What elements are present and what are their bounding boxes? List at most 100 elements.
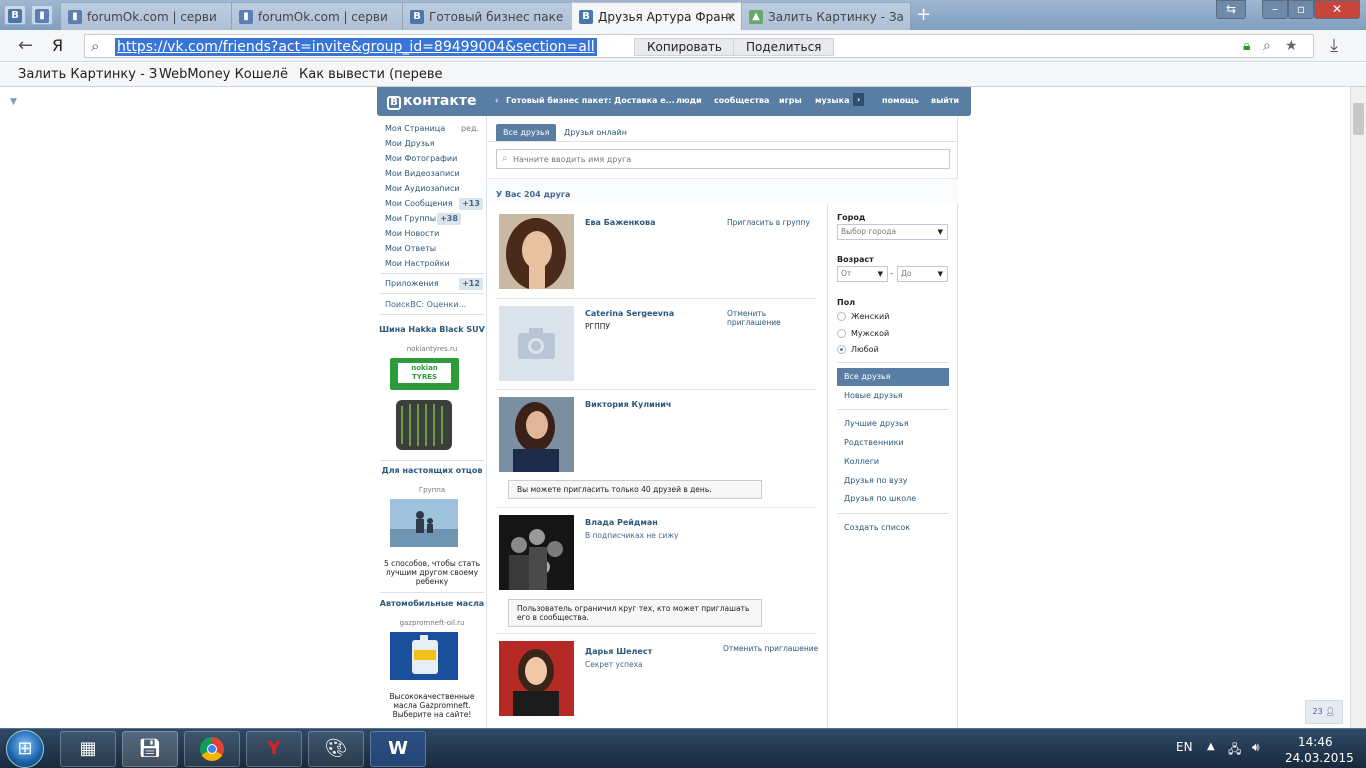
bookmark-3[interactable]: Как вывести (переве bbox=[299, 67, 443, 82]
network-icon[interactable]: 🖧︎ bbox=[1228, 740, 1241, 761]
friend-name[interactable]: Виктория Кулинич bbox=[585, 400, 671, 409]
cancel-invite-link[interactable]: Отменить приглашение bbox=[727, 309, 797, 327]
volume-icon[interactable]: 🔊︎ bbox=[1252, 740, 1260, 755]
browser-tab-1[interactable]: ▮ forumOk.com | серви bbox=[60, 2, 232, 30]
avatar[interactable] bbox=[499, 306, 574, 381]
menu-settings[interactable]: Мои Настройки bbox=[385, 259, 450, 268]
age-to-select[interactable]: До ▼ bbox=[897, 266, 948, 282]
pinned-tab-vk[interactable]: В bbox=[4, 5, 26, 25]
zoom-icon[interactable]: ⌕ bbox=[1263, 38, 1271, 54]
menu-apps[interactable]: Приложения bbox=[385, 279, 439, 288]
tire-image[interactable] bbox=[390, 396, 458, 454]
list-all-friends[interactable]: Все друзья bbox=[837, 368, 949, 386]
friend-search-input[interactable]: ⌕ Начните вводить имя друга bbox=[496, 149, 950, 169]
close-window-icon[interactable]: ✕ bbox=[1314, 0, 1360, 19]
share-button[interactable]: Поделиться bbox=[733, 38, 835, 56]
menu-messages[interactable]: Мои Сообщения bbox=[385, 199, 453, 208]
invite-to-group-link[interactable]: Пригласить в группу bbox=[727, 218, 810, 227]
menu-photos[interactable]: Мои Фотографии bbox=[385, 154, 457, 163]
browser-tab-5[interactable]: ▲ Залить Картинку - За bbox=[741, 2, 911, 30]
avatar[interactable] bbox=[499, 397, 574, 472]
menu-app-item[interactable]: ПоискВС: Оценки... bbox=[385, 300, 466, 309]
nav-prev-icon[interactable]: ‹ bbox=[495, 96, 498, 105]
list-school[interactable]: Друзья по школе bbox=[837, 490, 949, 508]
language-indicator[interactable]: EN bbox=[1176, 740, 1193, 754]
menu-news[interactable]: Мои Новости bbox=[385, 229, 439, 238]
menu-videos[interactable]: Мои Видеозаписи bbox=[385, 169, 460, 178]
save-disk-icon[interactable]: 💾︎ bbox=[122, 731, 178, 767]
menu-edit-link[interactable]: ред. bbox=[461, 124, 479, 133]
browser-tab-3[interactable]: В Готовый бизнес паке bbox=[402, 2, 572, 30]
tray-expand-icon[interactable]: ▲ bbox=[1207, 741, 1215, 752]
list-university[interactable]: Друзья по вузу bbox=[837, 472, 949, 490]
ad-2-title[interactable]: Для настоящих отцов bbox=[377, 466, 487, 475]
menu-answers[interactable]: Мои Ответы bbox=[385, 244, 436, 253]
friend-name[interactable]: Дарья Шелест bbox=[585, 647, 652, 656]
nav-communities[interactable]: сообщества bbox=[714, 96, 769, 105]
pinned-tab-book[interactable]: ▮ bbox=[31, 5, 53, 25]
start-button[interactable]: ⊞ bbox=[6, 730, 44, 768]
yandex-icon[interactable]: Я bbox=[52, 36, 63, 55]
list-colleagues[interactable]: Коллеги bbox=[837, 453, 949, 471]
nav-group-link[interactable]: Готовый бизнес пакет: Доставка е... bbox=[506, 96, 675, 105]
cancel-invite-link[interactable]: Отменить приглашение bbox=[723, 644, 818, 653]
tab-friends-online[interactable]: Друзья онлайн bbox=[557, 124, 634, 141]
bookmark-1[interactable]: Залить Картинку - З bbox=[18, 67, 157, 82]
ad-1-logo[interactable]: nokian TYRES bbox=[390, 358, 459, 390]
nav-help[interactable]: помощь bbox=[882, 96, 919, 105]
browser-tab-2[interactable]: ▮ forumOk.com | серви bbox=[231, 2, 403, 30]
maximize-icon[interactable]: ▫ bbox=[1288, 0, 1314, 19]
window-restore-tabs-icon[interactable]: ⇆ bbox=[1216, 0, 1246, 19]
city-select[interactable]: Выбор города ▼ bbox=[837, 224, 948, 240]
clock-time[interactable]: 14:46 bbox=[1298, 735, 1333, 749]
list-new-friends[interactable]: Новые друзья bbox=[837, 387, 949, 405]
vertical-scrollbar[interactable] bbox=[1350, 87, 1366, 728]
sex-any-radio[interactable]: Любой bbox=[837, 345, 879, 354]
sex-female-radio[interactable]: Женский bbox=[837, 312, 889, 321]
scrollbar-thumb[interactable] bbox=[1353, 103, 1364, 135]
minimize-icon[interactable]: – bbox=[1262, 0, 1288, 19]
list-best-friends[interactable]: Лучшие друзья bbox=[837, 415, 949, 433]
father-son-image[interactable] bbox=[390, 499, 458, 547]
star-icon[interactable]: ★ bbox=[1285, 38, 1298, 54]
nav-next-icon[interactable]: › bbox=[853, 93, 865, 106]
tab-all-friends[interactable]: Все друзья bbox=[496, 124, 557, 141]
word-icon[interactable]: W bbox=[370, 731, 426, 767]
bookmark-2[interactable]: WebMoney Кошелё bbox=[159, 67, 288, 82]
friend-name[interactable]: Влада Рейдман bbox=[585, 518, 658, 527]
url-field[interactable]: ⌕ https://vk.com/friends?act=invite&grou… bbox=[84, 34, 1314, 58]
menu-audio[interactable]: Мои Аудиозаписи bbox=[385, 184, 460, 193]
nav-games[interactable]: игры bbox=[779, 96, 802, 105]
clock-date[interactable]: 24.03.2015 bbox=[1285, 751, 1354, 765]
menu-my-page[interactable]: Моя Страница bbox=[385, 124, 445, 133]
avatar[interactable] bbox=[499, 214, 574, 289]
chat-button[interactable]: 23 👤︎ bbox=[1305, 700, 1343, 724]
friend-name[interactable]: Ева Баженкова bbox=[585, 218, 656, 227]
nav-music[interactable]: музыка bbox=[815, 96, 849, 105]
motor-oil-image[interactable] bbox=[390, 632, 458, 680]
nav-logout[interactable]: выйти bbox=[931, 96, 959, 105]
ad-3-title[interactable]: Автомобильные масла bbox=[377, 599, 487, 608]
age-from-select[interactable]: От ▼ bbox=[837, 266, 888, 282]
vk-logo[interactable]: Вконтакте bbox=[387, 93, 476, 110]
nav-people[interactable]: люди bbox=[676, 96, 702, 105]
create-list-link[interactable]: Создать список bbox=[837, 519, 949, 537]
calculator-icon[interactable]: ▦ bbox=[60, 731, 116, 767]
yandex-browser-icon[interactable]: Y bbox=[246, 731, 302, 767]
menu-groups[interactable]: Мои Группы bbox=[385, 214, 436, 223]
sex-male-radio[interactable]: Мужской bbox=[837, 329, 889, 338]
browser-tab-4-active[interactable]: В Друзья Артура Франк ✕ bbox=[571, 2, 742, 30]
new-tab-icon[interactable]: + bbox=[916, 4, 931, 25]
avatar[interactable] bbox=[499, 641, 574, 716]
download-icon[interactable]: ⤓ bbox=[1330, 35, 1338, 56]
url-text[interactable]: https://vk.com/friends?act=invite&group_… bbox=[115, 38, 597, 56]
back-arrow-icon[interactable]: ← bbox=[18, 35, 33, 56]
avatar[interactable] bbox=[499, 515, 574, 590]
copy-button[interactable]: Копировать bbox=[634, 38, 735, 56]
paint-icon[interactable]: 🎨︎ bbox=[308, 731, 364, 767]
list-relatives[interactable]: Родственники bbox=[837, 434, 949, 452]
friend-name[interactable]: Caterina Sergeevna bbox=[585, 309, 674, 318]
chrome-icon[interactable] bbox=[184, 731, 240, 767]
menu-friends[interactable]: Мои Друзья bbox=[385, 139, 434, 148]
ad-1-title[interactable]: Шина Hakka Black SUV bbox=[377, 325, 487, 334]
